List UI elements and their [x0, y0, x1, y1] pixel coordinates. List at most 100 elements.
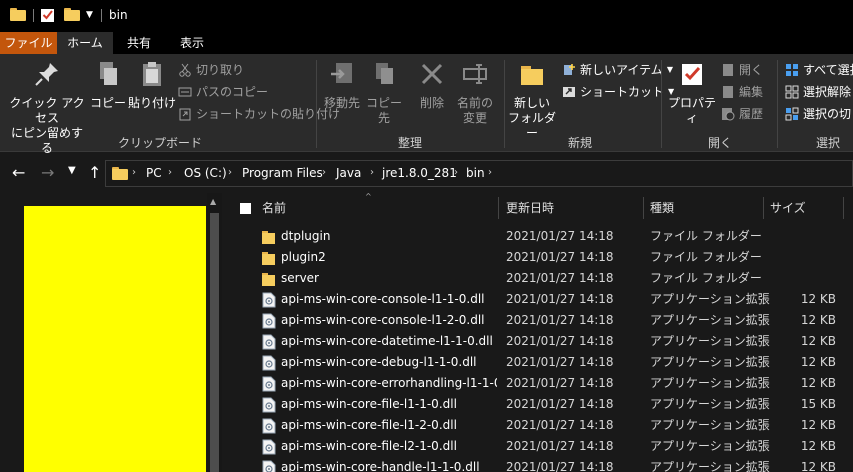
folder-icon[interactable]: [10, 8, 26, 22]
file-row[interactable]: api-ms-win-core-file-l1-1-0.dll 2021/01/2…: [222, 394, 853, 415]
scroll-up-icon[interactable]: ▲: [210, 197, 216, 206]
file-name: api-ms-win-core-console-l1-1-0.dll: [281, 292, 485, 306]
scrollbar-thumb[interactable]: [210, 213, 219, 472]
column-header-type[interactable]: 種類: [650, 193, 674, 223]
file-row[interactable]: api-ms-win-core-file-l2-1-0.dll 2021/01/2…: [222, 436, 853, 457]
breadcrumb-program-files[interactable]: Program Files: [242, 166, 323, 180]
tab-view[interactable]: 表示: [165, 32, 219, 54]
history-label: 履歴: [739, 107, 764, 121]
file-type: ファイル フォルダー: [650, 250, 762, 264]
file-name: dtplugin: [281, 229, 331, 243]
address-bar[interactable]: › PC › OS (C:) › Program Files › Java › …: [105, 160, 853, 187]
tab-home[interactable]: ホーム: [57, 32, 113, 54]
copy-to-button[interactable]: コピー先: [362, 60, 406, 126]
file-row[interactable]: api-ms-win-core-console-l1-1-0.dll 2021/0…: [222, 289, 853, 310]
easy-access-button[interactable]: ショートカット ▼: [562, 82, 674, 102]
file-name: server: [281, 271, 319, 285]
edit-button[interactable]: 編集: [721, 82, 763, 102]
forward-arrow-icon[interactable]: →: [41, 163, 54, 182]
open-button[interactable]: 開く: [721, 60, 763, 80]
file-row[interactable]: server 2021/01/27 14:18 ファイル フォルダー: [222, 268, 853, 289]
rename-label-line2: 変更: [462, 111, 487, 125]
file-type: アプリケーション拡張: [650, 355, 770, 369]
file-row[interactable]: api-ms-win-core-handle-l1-1-0.dll 2021/01…: [222, 457, 853, 472]
file-row[interactable]: api-ms-win-core-file-l1-2-0.dll 2021/01/2…: [222, 415, 853, 436]
dll-file-icon: [262, 460, 276, 472]
file-row[interactable]: api-ms-win-core-errorhandling-l1-1-0... 2…: [222, 373, 853, 394]
chevron-right-icon: ›: [488, 167, 492, 178]
navigation-pane-scrollbar[interactable]: ▲: [207, 193, 222, 472]
breadcrumb-jre[interactable]: jre1.8.0_281: [382, 166, 457, 180]
move-to-button[interactable]: 移動先: [320, 60, 364, 111]
file-row[interactable]: plugin2 2021/01/27 14:18 ファイル フォルダー: [222, 247, 853, 268]
select-all-label: すべて選択: [803, 63, 853, 77]
clipboard-group-label: クリップボード: [117, 136, 202, 150]
column-header-name[interactable]: 名前: [262, 193, 286, 223]
select-group-label: 選択: [815, 136, 840, 150]
column-divider[interactable]: [498, 197, 499, 219]
pin-icon: [35, 63, 58, 86]
file-size: 12 KB: [800, 439, 836, 453]
delete-button[interactable]: 削除: [414, 60, 450, 111]
breadcrumb-java[interactable]: Java: [336, 166, 361, 180]
toolbar-divider: [33, 9, 34, 22]
file-row[interactable]: api-ms-win-core-debug-l1-1-0.dll 2021/01/…: [222, 352, 853, 373]
history-button[interactable]: 履歴: [721, 104, 763, 124]
cut-label: 切り取り: [196, 63, 245, 77]
invert-selection-button[interactable]: 選択の切: [785, 104, 851, 124]
file-name: api-ms-win-core-console-l1-2-0.dll: [281, 313, 485, 327]
tab-file[interactable]: ファイル: [0, 32, 57, 54]
column-header-date[interactable]: 更新日時: [506, 193, 554, 223]
file-size: 12 KB: [800, 376, 836, 390]
select-all-checkbox[interactable]: [240, 203, 251, 214]
delete-x-icon: [421, 63, 443, 85]
rename-button[interactable]: 名前の 変更: [454, 60, 496, 126]
up-arrow-icon[interactable]: ↑: [88, 163, 101, 182]
properties-icon[interactable]: [40, 7, 56, 23]
tab-share[interactable]: 共有: [113, 32, 165, 54]
copy-path-icon: [178, 85, 192, 99]
column-divider[interactable]: [763, 197, 764, 219]
file-size: 12 KB: [800, 460, 836, 472]
open-label: 開く: [739, 63, 764, 77]
quick-access-dropdown-icon[interactable]: ▼: [86, 10, 93, 20]
back-arrow-icon[interactable]: ←: [12, 163, 25, 182]
column-header-size[interactable]: サイズ: [770, 193, 806, 223]
folder-icon: [112, 167, 128, 180]
file-date-modified: 2021/01/27 14:18: [506, 250, 614, 264]
group-divider: [777, 60, 778, 148]
file-row[interactable]: api-ms-win-core-datetime-l1-1-0.dll 2021/…: [222, 331, 853, 352]
file-date-modified: 2021/01/27 14:18: [506, 376, 614, 390]
dll-file-icon: [262, 397, 276, 413]
pin-to-quick-access-button[interactable]: クイック アクセス にピン留めする: [6, 60, 88, 156]
breadcrumb-os-drive[interactable]: OS (C:): [184, 166, 227, 180]
file-row[interactable]: dtplugin 2021/01/27 14:18 ファイル フォルダー: [222, 226, 853, 247]
properties-button[interactable]: プロパティ: [666, 60, 718, 126]
select-none-button[interactable]: 選択解除: [785, 82, 851, 102]
paste-button[interactable]: 貼り付け: [128, 60, 176, 111]
chevron-right-icon: ›: [322, 167, 326, 178]
invert-selection-icon: [785, 107, 799, 121]
copy-path-label: パスのコピー: [196, 85, 269, 99]
file-row[interactable]: api-ms-win-core-console-l1-2-0.dll 2021/0…: [222, 310, 853, 331]
breadcrumb-pc[interactable]: PC: [146, 166, 162, 180]
cut-button[interactable]: 切り取り: [178, 60, 244, 80]
dll-file-icon: [262, 334, 276, 350]
chevron-right-icon: ›: [454, 167, 458, 178]
copy-path-button[interactable]: パスのコピー: [178, 82, 268, 102]
group-divider: [316, 60, 317, 148]
column-divider[interactable]: [643, 197, 644, 219]
copy-button[interactable]: コピー: [90, 60, 126, 111]
new-item-button[interactable]: 新しいアイテム ▼: [562, 60, 673, 80]
file-date-modified: 2021/01/27 14:18: [506, 355, 614, 369]
column-divider[interactable]: [843, 197, 844, 219]
properties-label: プロパティ: [667, 96, 716, 125]
breadcrumb-bin[interactable]: bin: [466, 166, 485, 180]
recent-locations-chevron-icon[interactable]: ▼: [68, 165, 76, 176]
new-folder-button[interactable]: 新しい フォルダー: [508, 60, 556, 141]
toolbar-divider: [101, 9, 102, 22]
new-folder-label-line1: 新しい: [513, 96, 550, 110]
select-all-button[interactable]: すべて選択: [785, 60, 853, 80]
new-folder-icon[interactable]: [64, 8, 80, 22]
file-type: アプリケーション拡張: [650, 397, 770, 411]
